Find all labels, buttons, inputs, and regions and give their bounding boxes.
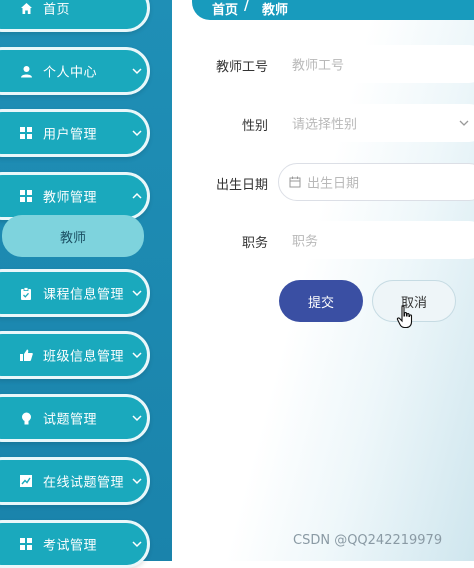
chevron-down-icon xyxy=(132,478,142,485)
sidebar-item-label: 个人中心 xyxy=(43,65,98,81)
breadcrumb-home[interactable]: 首页 xyxy=(212,0,238,18)
gender-placeholder: 请选择性别 xyxy=(292,117,358,133)
sidebar-item-label: 教师管理 xyxy=(43,190,98,206)
sidebar-item-label: 课程信息管理 xyxy=(43,287,125,303)
breadcrumb-current: 教师 xyxy=(262,3,289,18)
teacher-id-input[interactable]: 教师工号 xyxy=(278,45,474,83)
home-icon xyxy=(19,1,33,15)
sidebar-item-teacher-management[interactable]: 教师管理 xyxy=(0,172,150,220)
sidebar-item-home[interactable]: 首页 xyxy=(0,0,150,32)
sidebar-item-label: 班级信息管理 xyxy=(43,349,125,365)
clipboard-icon xyxy=(19,286,33,300)
teacher-id-placeholder: 教师工号 xyxy=(292,58,345,74)
teacher-id-label: 教师工号 xyxy=(215,60,268,75)
chevron-up-icon xyxy=(132,192,142,199)
chevron-down-icon xyxy=(132,541,142,548)
sidebar-subitem-teacher[interactable]: 教师 xyxy=(2,215,144,257)
sidebar-item-label: 试题管理 xyxy=(43,412,98,428)
sidebar-item-class-info[interactable]: 班级信息管理 xyxy=(0,331,150,379)
sidebar-item-personal-center[interactable]: 个人中心 xyxy=(0,47,150,95)
sidebar-item-label: 用户管理 xyxy=(43,127,98,143)
birth-date-picker[interactable]: 出生日期 xyxy=(278,163,474,201)
gender-select[interactable]: 请选择性别 xyxy=(278,104,474,142)
chevron-down-icon xyxy=(132,415,142,422)
gender-label: 性别 xyxy=(241,119,268,134)
chevron-down-icon xyxy=(132,68,142,75)
breadcrumb: 首页 / 教师 xyxy=(192,0,474,20)
breadcrumb-separator: / xyxy=(244,0,249,14)
position-input[interactable]: 职务 xyxy=(278,221,474,259)
bulb-icon xyxy=(19,411,33,425)
chevron-down-icon xyxy=(459,120,469,126)
sidebar-item-label: 首页 xyxy=(43,2,71,18)
sidebar-item-course-info[interactable]: 课程信息管理 xyxy=(0,269,150,317)
grid-icon xyxy=(19,537,33,551)
chart-icon xyxy=(19,474,33,488)
sidebar-item-online-questions[interactable]: 在线试题管理 xyxy=(0,457,150,505)
position-placeholder: 职务 xyxy=(292,234,319,250)
sidebar-item-label: 在线试题管理 xyxy=(43,475,125,491)
hand-cursor-icon xyxy=(396,305,413,329)
sidebar-item-question-management[interactable]: 试题管理 xyxy=(0,394,150,442)
main-content: 首页 / 教师 教师工号 教师工号 性别 请选择性别 出生日期 出生日期 职务 … xyxy=(172,0,474,561)
thumb-icon xyxy=(19,348,33,362)
sidebar: 首页 个人中心 用户管理 教师管理 教师 课程信息管理 班级信息管理 试题管理 … xyxy=(0,0,172,568)
sidebar-item-user-management[interactable]: 用户管理 xyxy=(0,109,150,157)
sidebar-subitem-label: 教师 xyxy=(59,230,86,246)
chevron-down-icon xyxy=(132,130,142,137)
watermark-text: CSDN @QQ242219979 xyxy=(293,533,443,548)
chevron-down-icon xyxy=(132,352,142,359)
calendar-icon xyxy=(289,176,301,188)
position-label: 职务 xyxy=(241,236,268,251)
grid-icon xyxy=(19,189,33,203)
person-icon xyxy=(19,64,33,78)
grid-icon xyxy=(19,126,33,140)
birth-date-placeholder: 出生日期 xyxy=(307,176,360,192)
submit-button[interactable]: 提交 xyxy=(279,280,363,322)
sidebar-item-label: 考试管理 xyxy=(43,538,98,554)
birth-date-label: 出生日期 xyxy=(215,178,268,193)
submit-button-label: 提交 xyxy=(307,295,334,311)
chevron-down-icon xyxy=(132,290,142,297)
